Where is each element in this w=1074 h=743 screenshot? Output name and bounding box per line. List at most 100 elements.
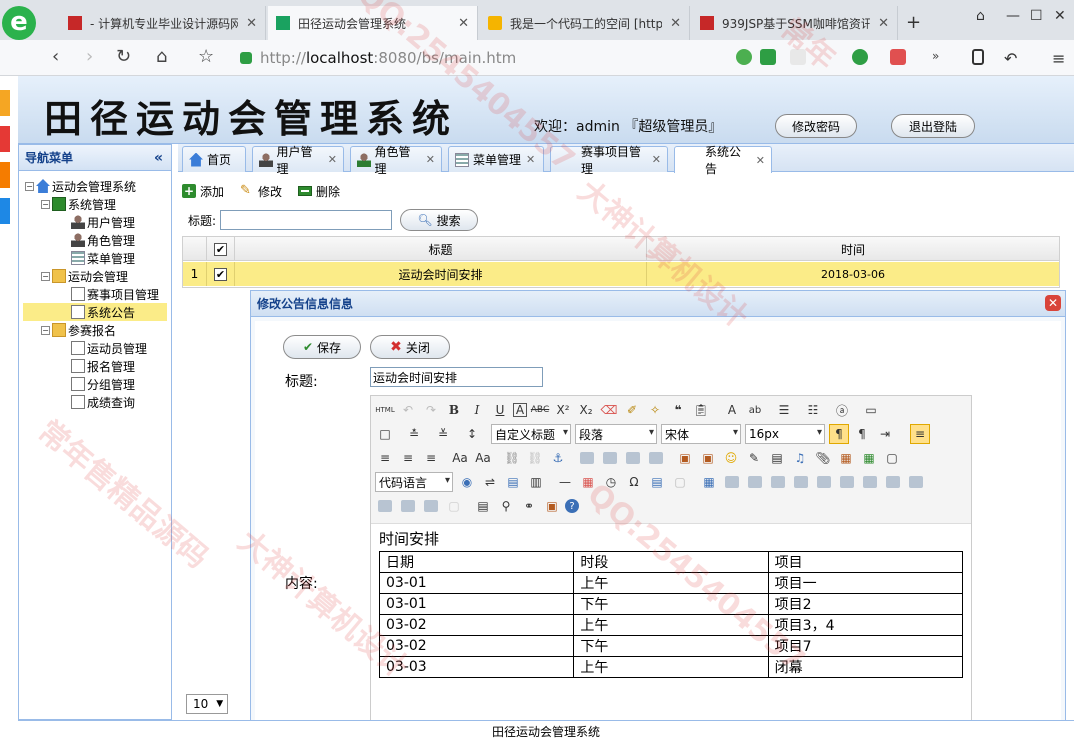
shortcut-icon[interactable] [0,126,10,152]
font-color-icon[interactable]: A [722,400,742,420]
row-checkbox[interactable]: ✔ [214,267,227,281]
undo-icon[interactable]: ↶ [398,400,418,420]
logout-button[interactable]: 退出登陆 [891,114,975,138]
page-break-icon[interactable]: ⇌ [480,472,500,492]
emoticon-icon[interactable]: ☺ [721,448,741,468]
wordimage-icon[interactable]: ▤ [647,472,667,492]
split-rows-icon[interactable] [398,496,418,516]
align-justify-icon[interactable]: ≡ [421,448,441,468]
date-icon[interactable]: ▦ [578,472,598,492]
unordered-list-icon[interactable]: ☷ [803,400,823,420]
background-icon[interactable]: ▥ [526,472,546,492]
tree-item-user-mgmt[interactable]: 用户管理 [71,213,135,231]
page-size-select[interactable]: 10 ▼ [186,694,228,714]
insert-paragraph-icon[interactable] [745,472,765,492]
tab-user-mgmt[interactable]: 用户管理 ✕ [252,145,344,176]
forward-icon[interactable]: › [86,46,93,67]
tree-item-group-mgmt[interactable]: 分组管理 [71,375,135,393]
lowercase-icon[interactable]: Aa [473,448,493,468]
add-button[interactable]: + 添加 [182,183,224,200]
indent-icon[interactable]: ⇥ [875,424,895,444]
italic-icon[interactable]: I [467,400,487,420]
tree-group-system[interactable]: − 系统管理 [41,195,116,213]
shirt-icon[interactable]: ⌂ [976,8,985,24]
ltr-icon[interactable]: ¶ [829,424,849,444]
paste-plain-icon[interactable]: 📋︎ [691,400,711,420]
money-icon[interactable] [852,49,868,65]
bold-icon[interactable]: B [444,400,464,420]
align-center-icon[interactable]: ≡ [398,448,418,468]
close-icon[interactable]: ✕ [878,16,889,31]
delete-col-icon[interactable] [837,472,857,492]
close-icon[interactable]: ✕ [246,16,257,31]
merge-cells-icon[interactable] [860,472,880,492]
video-icon[interactable]: ▤ [767,448,787,468]
rtl-icon[interactable]: ¶ [852,424,872,444]
shortcut-icon[interactable] [0,198,10,224]
collapse-toggle-icon[interactable]: − [41,325,50,335]
insert-row-icon[interactable] [768,472,788,492]
tab-role-mgmt[interactable]: 角色管理 ✕ [350,145,442,176]
shortcut-icon[interactable] [0,162,10,188]
menu-icon[interactable]: ≡ [1052,49,1068,68]
save-button[interactable]: ✔ 保存 [283,335,361,359]
new-doc-icon[interactable]: □ [375,424,395,444]
custom-heading-select[interactable]: 自定义标题 [491,424,571,444]
edit-button[interactable]: ✎ 修改 [240,183,282,200]
browser-tab-2[interactable]: 田径运动会管理系统 ✕ [268,6,478,40]
highlight-color-icon[interactable]: ab [745,400,765,420]
paragraph-select[interactable]: 段落 [575,424,657,444]
row-spacing-bottom-icon[interactable]: ≚ [433,424,453,444]
more-extensions-icon[interactable]: » [932,49,948,65]
dialog-close-icon[interactable]: ✕ [1045,295,1061,311]
change-password-button[interactable]: 修改密码 [775,114,857,138]
close-icon[interactable]: ✕ [526,153,535,166]
auto-format-icon[interactable]: ✧ [645,400,665,420]
lightning-icon[interactable] [760,49,776,65]
new-tab-button[interactable]: + [906,12,921,33]
uppercase-icon[interactable]: Aa [450,448,470,468]
search-input[interactable] [220,210,393,230]
tree-item-announcement[interactable]: 系统公告 [23,303,167,321]
image-left-icon[interactable] [577,448,597,468]
translate-icon[interactable] [890,49,906,65]
justify-left-icon[interactable]: ≡ [910,424,930,444]
insert-col-icon[interactable] [814,472,834,492]
shortcut-icon[interactable] [0,90,10,116]
insert-code-icon[interactable]: ◉ [457,472,477,492]
title-input[interactable] [370,367,543,387]
search-button[interactable]: 🔍︎ 搜索 [400,209,479,231]
draft-icon[interactable]: ▣ [542,496,562,516]
scrawl-icon[interactable]: ✎ [744,448,764,468]
align-left-icon[interactable]: ≡ [375,448,395,468]
phone-icon[interactable] [972,49,984,65]
preview-icon[interactable]: ▭ [861,400,881,420]
merge-right-icon[interactable] [883,472,903,492]
iframe-icon[interactable]: ▢ [882,448,902,468]
home-icon[interactable]: ⌂ [156,46,167,67]
tab-home[interactable]: 首页 [182,146,246,172]
link-icon[interactable]: ⛓ [502,448,522,468]
tree-root[interactable]: − 运动会管理系统 [25,177,136,195]
tree-item-event-mgmt[interactable]: 赛事项目管理 [71,285,159,303]
eraser-icon[interactable]: ⌫ [599,400,619,420]
close-icon[interactable]: ✕ [652,153,661,166]
minimize-icon[interactable]: — [1006,8,1020,24]
browser-tab-4[interactable]: 939JSP基于SSM咖啡馆资讯 ✕ [692,6,898,40]
multi-image-icon[interactable]: ▣ [698,448,718,468]
underline-icon[interactable]: U [490,400,510,420]
snapscreen-icon[interactable]: ▢ [670,472,690,492]
collapse-toggle-icon[interactable]: − [41,271,50,281]
close-window-icon[interactable]: ✕ [1054,8,1066,24]
close-icon[interactable]: ✕ [670,16,681,31]
url-field[interactable]: http://localhost:8080/bs/main.htm [240,45,760,71]
image-center-icon[interactable] [646,448,666,468]
horizontal-rule-icon[interactable]: — [555,472,575,492]
close-icon[interactable]: ✕ [426,153,435,166]
map-icon[interactable]: ▦ [836,448,856,468]
paste-table-icon[interactable]: ▢ [444,496,464,516]
music-icon[interactable]: ♫ [790,448,810,468]
anchor-icon[interactable]: ⚓ [548,448,568,468]
merge-down-icon[interactable] [906,472,926,492]
attachment-icon[interactable]: 📎︎ [813,448,833,468]
